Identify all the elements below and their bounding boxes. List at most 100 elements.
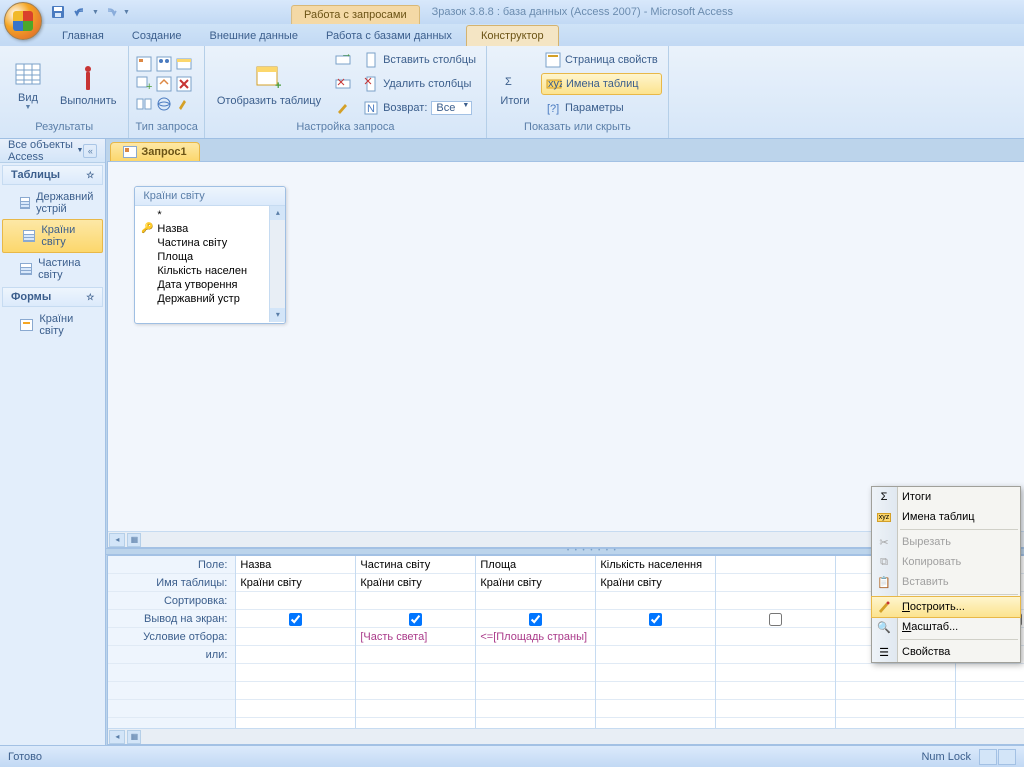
crosstab-query-icon[interactable]: [155, 55, 173, 73]
grid-cell[interactable]: [236, 664, 355, 682]
field-list-item[interactable]: 🔑Назва: [139, 222, 281, 236]
menu-item[interactable]: Построить...: [871, 596, 1021, 618]
grid-cell[interactable]: [236, 682, 355, 700]
nav-header[interactable]: Все объекты Access▼ «: [0, 139, 105, 163]
redo-icon[interactable]: [101, 3, 121, 21]
grid-cell[interactable]: [716, 628, 835, 646]
grid-cell[interactable]: [356, 610, 475, 628]
grid-cell[interactable]: [236, 628, 355, 646]
field-list-item[interactable]: Площа: [139, 250, 281, 264]
menu-item[interactable]: ☰Свойства: [872, 642, 1020, 662]
grid-cell[interactable]: [716, 646, 835, 664]
field-list-item[interactable]: Державний устр: [139, 292, 281, 306]
save-icon[interactable]: [48, 3, 68, 21]
grid-cell[interactable]: [236, 700, 355, 718]
table-field-list-title[interactable]: Країни світу: [135, 187, 285, 206]
grid-cell[interactable]: [596, 682, 715, 700]
grid-cell[interactable]: [596, 664, 715, 682]
status-sql-view-icon[interactable]: [998, 749, 1016, 765]
nav-section-header[interactable]: Формы☆: [2, 287, 103, 307]
grid-cell[interactable]: [716, 592, 835, 610]
status-datasheet-view-icon[interactable]: [979, 749, 997, 765]
grid-cell[interactable]: Країни світу: [596, 574, 715, 592]
grid-cell[interactable]: [476, 664, 595, 682]
grid-cell[interactable]: [716, 556, 835, 574]
grid-cell[interactable]: Кількість населення: [596, 556, 715, 574]
grid-cell[interactable]: [476, 646, 595, 664]
field-list-item[interactable]: Дата утворення: [139, 278, 281, 292]
tab-home[interactable]: Главная: [48, 26, 118, 46]
grid-cell[interactable]: [596, 592, 715, 610]
grid-cell[interactable]: Країни світу: [356, 574, 475, 592]
grid-hscroll-box-icon[interactable]: ▦: [127, 730, 141, 744]
show-checkbox[interactable]: [529, 613, 542, 626]
nav-collapse-icon[interactable]: «: [83, 144, 97, 158]
grid-cell[interactable]: [356, 682, 475, 700]
hscroll-box-icon[interactable]: ▦: [127, 533, 141, 547]
show-checkbox[interactable]: [289, 613, 302, 626]
nav-item-label: Країни світу: [41, 224, 94, 248]
field-list-item[interactable]: Кількість населен: [139, 264, 281, 278]
select-query-icon[interactable]: [135, 55, 153, 73]
passthrough-query-icon[interactable]: [155, 95, 173, 113]
grid-cell[interactable]: [596, 610, 715, 628]
menu-item[interactable]: ΣИтоги: [872, 487, 1020, 507]
grid-cell[interactable]: Частина світу: [356, 556, 475, 574]
grid-cell[interactable]: Країни світу: [236, 574, 355, 592]
grid-cell[interactable]: [476, 592, 595, 610]
qat-customize-icon[interactable]: ▼: [123, 9, 130, 16]
grid-cell[interactable]: [596, 700, 715, 718]
grid-cell[interactable]: [716, 610, 835, 628]
grid-cell[interactable]: [476, 610, 595, 628]
data-definition-query-icon[interactable]: [175, 95, 193, 113]
grid-cell[interactable]: [236, 646, 355, 664]
nav-item[interactable]: Частина світу: [0, 253, 105, 285]
nav-item[interactable]: Країни світу: [2, 219, 103, 253]
grid-cell[interactable]: [596, 628, 715, 646]
grid-cell[interactable]: <=[Площадь страны]: [476, 628, 595, 646]
delete-query-icon[interactable]: [175, 75, 193, 93]
grid-cell[interactable]: Площа: [476, 556, 595, 574]
union-query-icon[interactable]: [135, 95, 153, 113]
undo-icon[interactable]: [70, 3, 90, 21]
grid-cell[interactable]: [356, 646, 475, 664]
view-button[interactable]: Вид ▼: [6, 56, 50, 113]
tab-create[interactable]: Создание: [118, 26, 196, 46]
grid-hscroll[interactable]: ◂ ▦: [108, 728, 1024, 744]
grid-cell[interactable]: Назва: [236, 556, 355, 574]
menu-item[interactable]: 🔍Масштаб...: [872, 617, 1020, 637]
nav-item[interactable]: Державний устрій: [0, 187, 105, 219]
table-field-list[interactable]: Країни світу *🔑НазваЧастина світуПлощаКі…: [134, 186, 286, 324]
grid-cell[interactable]: [716, 574, 835, 592]
grid-cell[interactable]: [596, 646, 715, 664]
grid-cell[interactable]: [356, 664, 475, 682]
grid-cell[interactable]: [236, 610, 355, 628]
grid-cell[interactable]: [716, 664, 835, 682]
append-query-icon[interactable]: +: [135, 75, 153, 93]
grid-cell[interactable]: Країни світу: [476, 574, 595, 592]
office-button[interactable]: [4, 2, 42, 40]
nav-item[interactable]: Країни світу: [0, 309, 105, 341]
doc-tab-query1[interactable]: Запрос1: [110, 142, 199, 161]
show-checkbox[interactable]: [769, 613, 782, 626]
grid-cell[interactable]: [476, 682, 595, 700]
field-list-item[interactable]: *: [139, 208, 281, 222]
run-button[interactable]: Выполнить: [54, 59, 122, 109]
nav-section-header[interactable]: Таблицы☆: [2, 165, 103, 185]
undo-dropdown-icon[interactable]: ▼: [92, 9, 99, 16]
grid-cell[interactable]: [476, 700, 595, 718]
hscroll-left-icon[interactable]: ◂: [109, 533, 125, 547]
grid-cell[interactable]: [356, 592, 475, 610]
grid-hscroll-left-icon[interactable]: ◂: [109, 730, 125, 744]
update-query-icon[interactable]: [155, 75, 173, 93]
grid-cell[interactable]: [Часть света]: [356, 628, 475, 646]
grid-cell[interactable]: [236, 592, 355, 610]
menu-item[interactable]: xyzИмена таблиц: [872, 507, 1020, 527]
make-table-query-icon[interactable]: [175, 55, 193, 73]
show-checkbox[interactable]: [409, 613, 422, 626]
field-list-item[interactable]: Частина світу: [139, 236, 281, 250]
grid-cell[interactable]: [356, 700, 475, 718]
grid-cell[interactable]: [716, 700, 835, 718]
grid-cell[interactable]: [716, 682, 835, 700]
show-checkbox[interactable]: [649, 613, 662, 626]
